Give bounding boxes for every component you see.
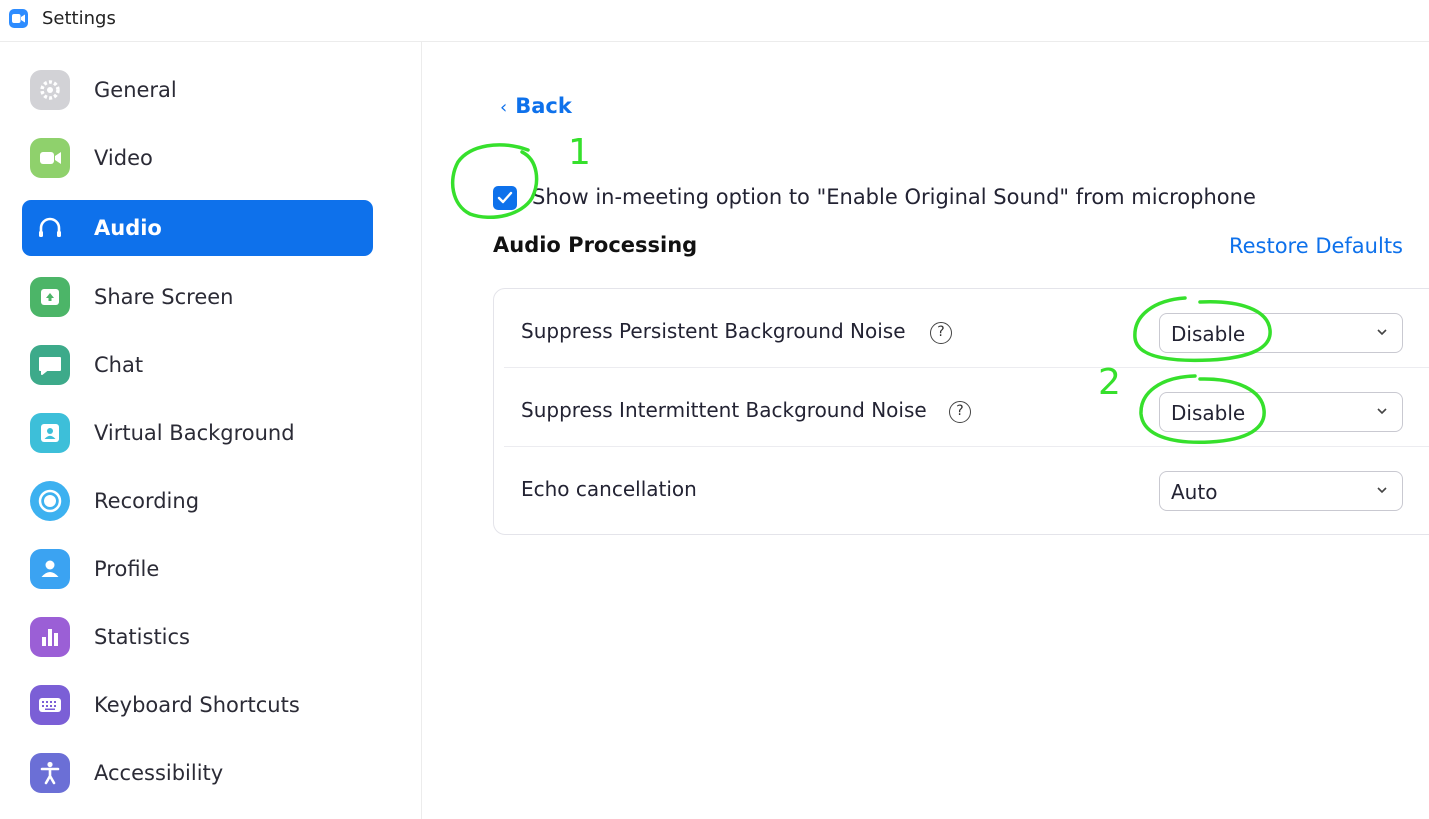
- virtual-background-icon: [30, 413, 70, 453]
- sidebar-item-label: Share Screen: [94, 285, 234, 309]
- sidebar-item-statistics[interactable]: Statistics: [22, 609, 373, 665]
- intermittent-noise-select[interactable]: Disable: [1159, 392, 1403, 432]
- help-icon[interactable]: ?: [930, 322, 952, 344]
- sidebar-item-share-screen[interactable]: Share Screen: [22, 269, 373, 325]
- back-label: Back: [515, 94, 572, 118]
- sidebar-item-label: Recording: [94, 489, 200, 513]
- setting-row: Suppress Persistent Background Noise ? D…: [494, 289, 1429, 368]
- setting-label: Echo cancellation: [521, 477, 697, 501]
- original-sound-label: Show in-meeting option to "Enable Origin…: [532, 185, 1256, 209]
- sidebar-item-virtual-background[interactable]: Virtual Background: [22, 405, 373, 461]
- original-sound-checkbox[interactable]: [493, 186, 517, 210]
- audio-processing-panel: Suppress Persistent Background Noise ? D…: [493, 288, 1429, 535]
- select-value: Disable: [1171, 322, 1246, 346]
- share-screen-icon: [30, 277, 70, 317]
- annotation-number: 1: [568, 132, 591, 173]
- sidebar-item-chat[interactable]: Chat: [22, 337, 373, 393]
- sidebar-item-label: Profile: [94, 557, 160, 581]
- setting-label: Suppress Persistent Background Noise: [521, 319, 906, 343]
- chevron-down-icon: [1377, 408, 1387, 415]
- sidebar-item-label: Accessibility: [94, 761, 224, 785]
- sidebar: General Video Audio Share Screen Chat Vi…: [0, 42, 422, 819]
- accessibility-icon: [30, 753, 70, 793]
- echo-cancellation-select[interactable]: Auto: [1159, 471, 1403, 511]
- sidebar-item-label: General: [94, 78, 177, 102]
- help-icon[interactable]: ?: [949, 401, 971, 423]
- chevron-down-icon: [1377, 329, 1387, 336]
- window-title: Settings: [42, 8, 116, 29]
- headphones-icon: [30, 208, 70, 248]
- sidebar-item-keyboard-shortcuts[interactable]: Keyboard Shortcuts: [22, 677, 373, 733]
- select-value: Auto: [1171, 480, 1218, 504]
- sidebar-item-audio[interactable]: Audio: [22, 200, 373, 256]
- record-icon: [30, 481, 70, 521]
- sidebar-item-label: Video: [94, 146, 153, 170]
- chevron-down-icon: [1377, 487, 1387, 494]
- sidebar-item-recording[interactable]: Recording: [22, 473, 373, 529]
- chat-bubble-icon: [30, 345, 70, 385]
- person-icon: [30, 549, 70, 589]
- select-value: Disable: [1171, 401, 1246, 425]
- setting-row: Echo cancellation Auto: [494, 447, 1429, 526]
- annotation-number: 2: [1098, 362, 1121, 403]
- zoom-camera-icon: [9, 9, 28, 28]
- keyboard-icon: [30, 685, 70, 725]
- sidebar-item-label: Audio: [94, 216, 162, 240]
- checkmark-icon: [497, 191, 513, 204]
- sidebar-item-profile[interactable]: Profile: [22, 541, 373, 597]
- back-button[interactable]: ‹ Back: [500, 94, 572, 118]
- sidebar-item-label: Chat: [94, 353, 144, 377]
- sidebar-item-label: Virtual Background: [94, 421, 295, 445]
- restore-defaults-link[interactable]: Restore Defaults: [1229, 234, 1403, 258]
- persistent-noise-select[interactable]: Disable: [1159, 313, 1403, 353]
- sidebar-item-general[interactable]: General: [22, 62, 373, 118]
- bar-chart-icon: [30, 617, 70, 657]
- setting-row: Suppress Intermittent Background Noise ?…: [494, 368, 1429, 447]
- section-title: Audio Processing: [493, 233, 698, 257]
- sidebar-item-label: Statistics: [94, 625, 190, 649]
- gear-icon: [30, 70, 70, 110]
- video-camera-icon: [30, 138, 70, 178]
- title-bar: Settings: [0, 0, 1429, 42]
- setting-label: Suppress Intermittent Background Noise: [521, 398, 927, 422]
- sidebar-item-video[interactable]: Video: [22, 130, 373, 186]
- chevron-left-icon: ‹: [500, 97, 508, 118]
- sidebar-item-label: Keyboard Shortcuts: [94, 693, 300, 717]
- sidebar-item-accessibility[interactable]: Accessibility: [22, 745, 373, 801]
